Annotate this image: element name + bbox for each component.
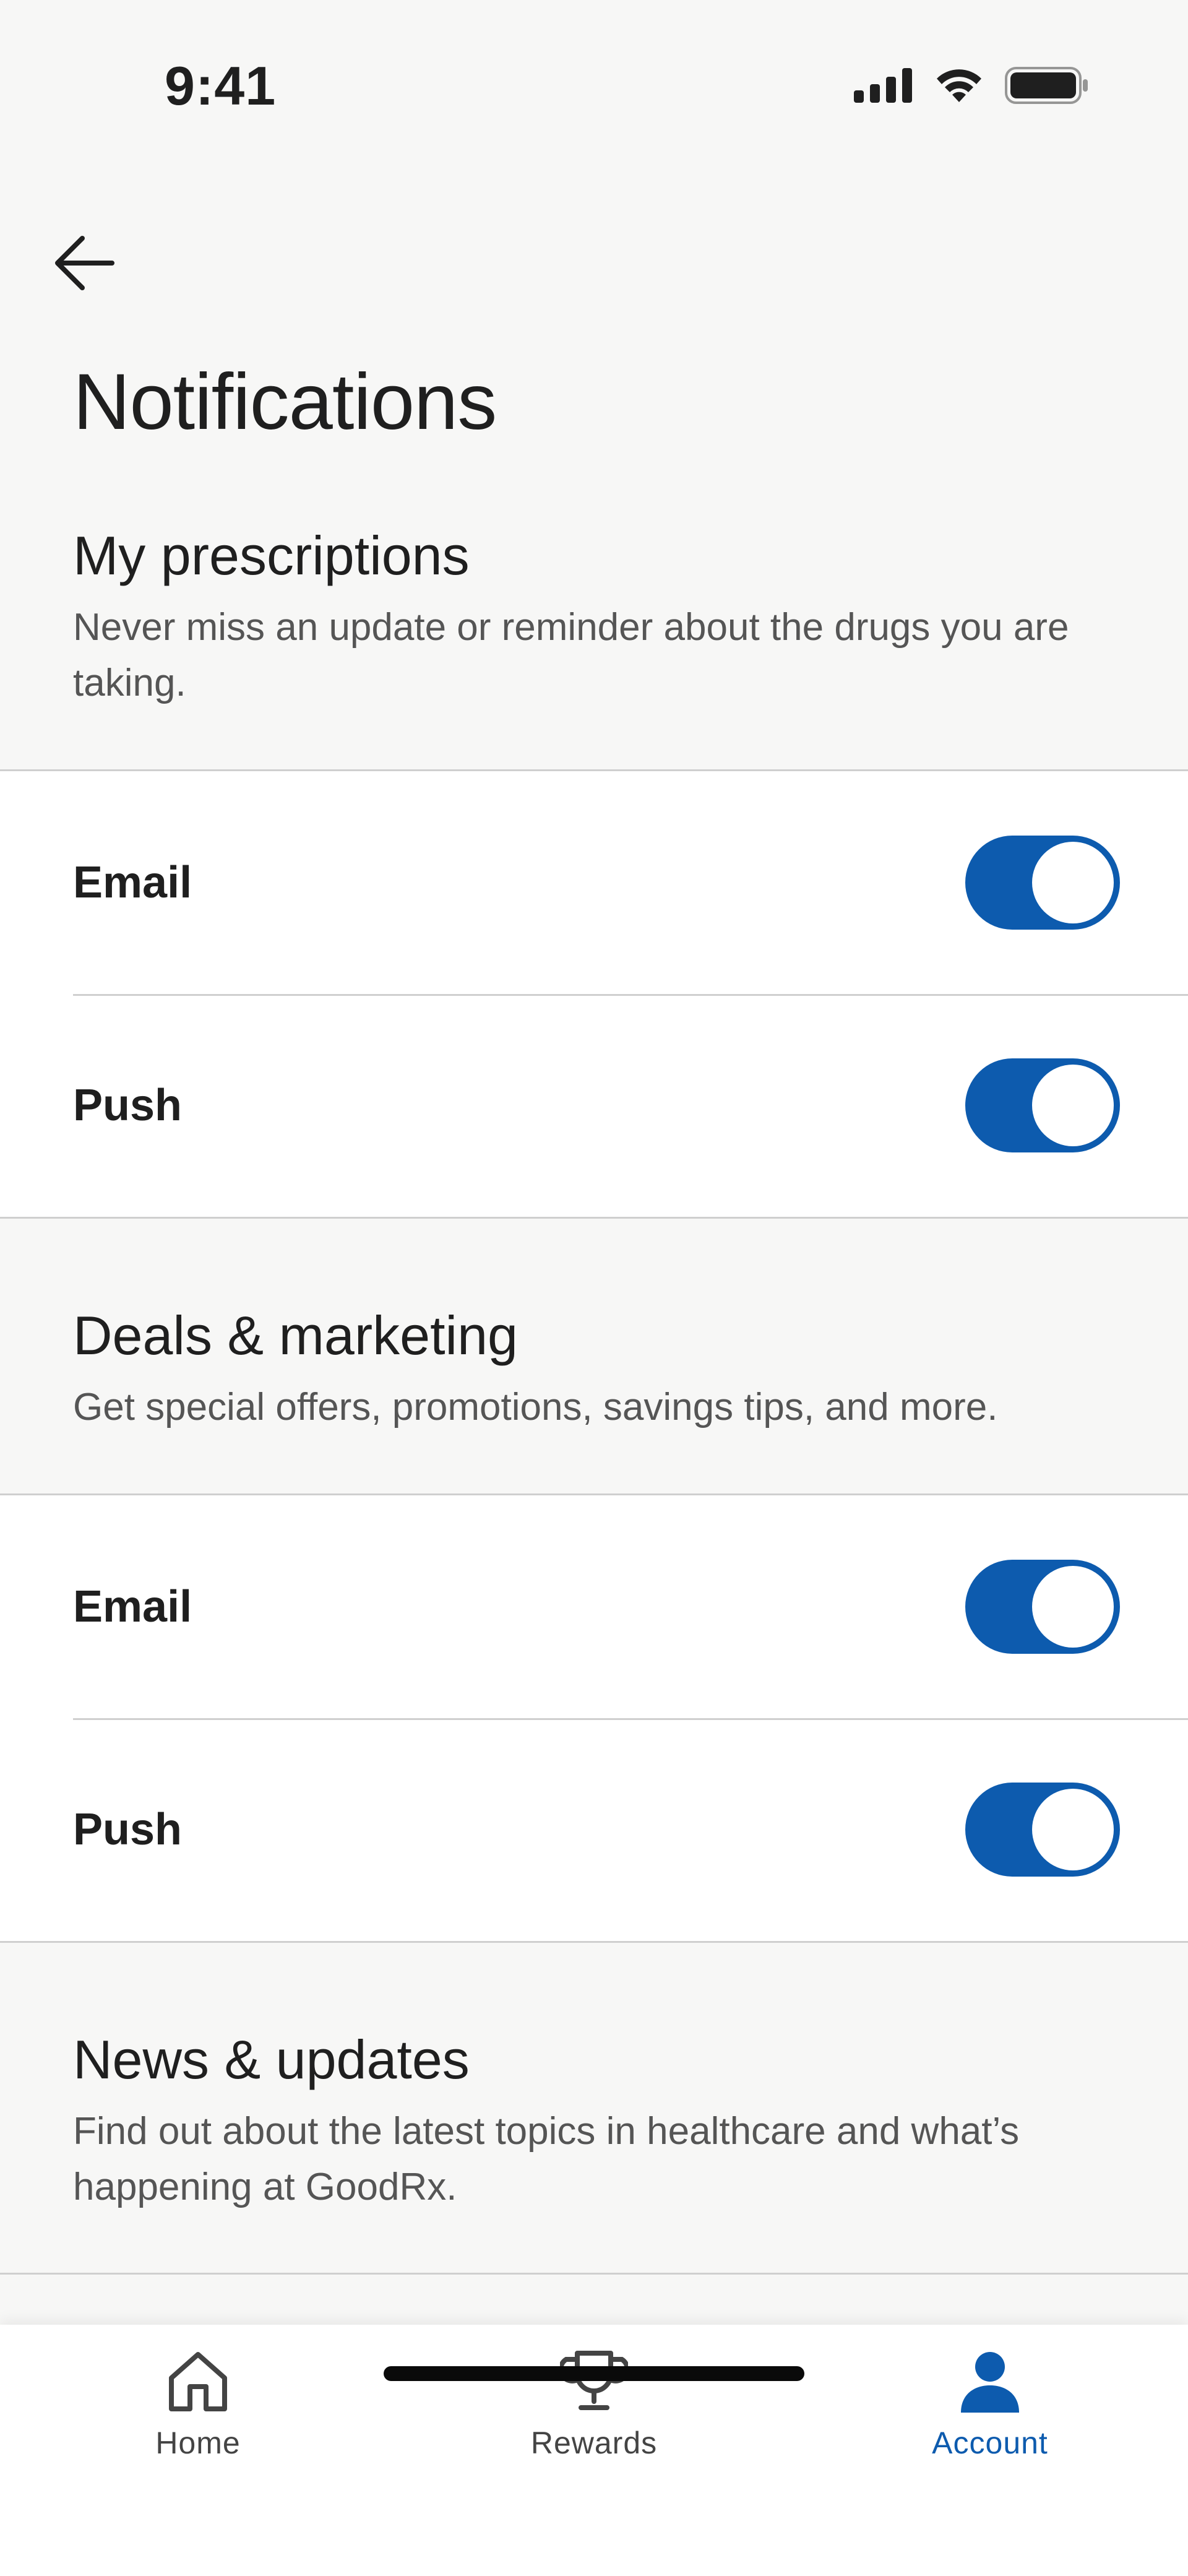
tab-home[interactable]: Home	[105, 2347, 291, 2461]
page-title: Notifications	[73, 358, 497, 446]
deals-settings-group: Email Push	[0, 1493, 1188, 1943]
section-my-prescriptions: My prescriptions Never miss an update or…	[0, 525, 1188, 711]
row-label: Email	[73, 858, 192, 907]
tab-label: Rewards	[530, 2426, 658, 2460]
prescriptions-email-row[interactable]: Email	[0, 771, 1188, 994]
tab-rewards[interactable]: Rewards	[501, 2347, 687, 2461]
section-deals-marketing: Deals & marketing Get special offers, pr…	[0, 1305, 1188, 1435]
deals-push-row[interactable]: Push	[0, 1718, 1188, 1941]
prescriptions-settings-group: Email Push	[0, 769, 1188, 1219]
section-title: My prescriptions	[73, 525, 470, 586]
person-icon	[961, 2352, 1019, 2413]
section-title: Deals & marketing	[73, 1305, 518, 1366]
wifi-icon	[937, 69, 981, 102]
deals-push-toggle[interactable]	[965, 1783, 1120, 1877]
tab-bar: Home Rewards Account	[0, 2325, 1188, 2576]
deals-email-row[interactable]: Email	[0, 1495, 1188, 1718]
status-time: 9:41	[165, 55, 277, 116]
toggle-knob	[1032, 1789, 1114, 1870]
row-label: Push	[73, 1081, 183, 1130]
prescriptions-email-toggle[interactable]	[965, 836, 1120, 930]
status-bar: 9:41	[0, 0, 1188, 161]
section-news-updates: News & updates Find out about the latest…	[0, 2029, 1188, 2215]
toggle-knob	[1032, 1566, 1114, 1648]
section-title: News & updates	[73, 2029, 470, 2090]
status-icons	[854, 67, 1089, 104]
toggle-knob	[1032, 1065, 1114, 1146]
section-description: Find out about the latest topics in heal…	[73, 2109, 1020, 2208]
trophy-icon	[560, 2351, 628, 2410]
row-label: Push	[73, 1805, 183, 1854]
toggle-knob	[1032, 842, 1114, 923]
home-indicator	[384, 2366, 804, 2381]
section-description: Never miss an update or reminder about t…	[73, 605, 1069, 704]
section-description: Get special offers, promotions, savings …	[73, 1385, 998, 1428]
battery-icon	[1005, 67, 1088, 104]
home-icon	[169, 2352, 227, 2411]
back-button[interactable]	[50, 229, 118, 297]
deals-email-toggle[interactable]	[965, 1560, 1120, 1654]
tab-label: Account	[932, 2426, 1048, 2460]
arrow-left-icon	[55, 236, 114, 290]
prescriptions-push-row[interactable]: Push	[0, 994, 1188, 1217]
tab-label: Home	[155, 2426, 241, 2460]
row-label: Email	[73, 1582, 192, 1632]
cellular-signal-icon	[854, 68, 912, 103]
section-divider	[0, 2273, 1188, 2275]
prescriptions-push-toggle[interactable]	[965, 1058, 1120, 1152]
tab-account[interactable]: Account	[897, 2347, 1083, 2461]
